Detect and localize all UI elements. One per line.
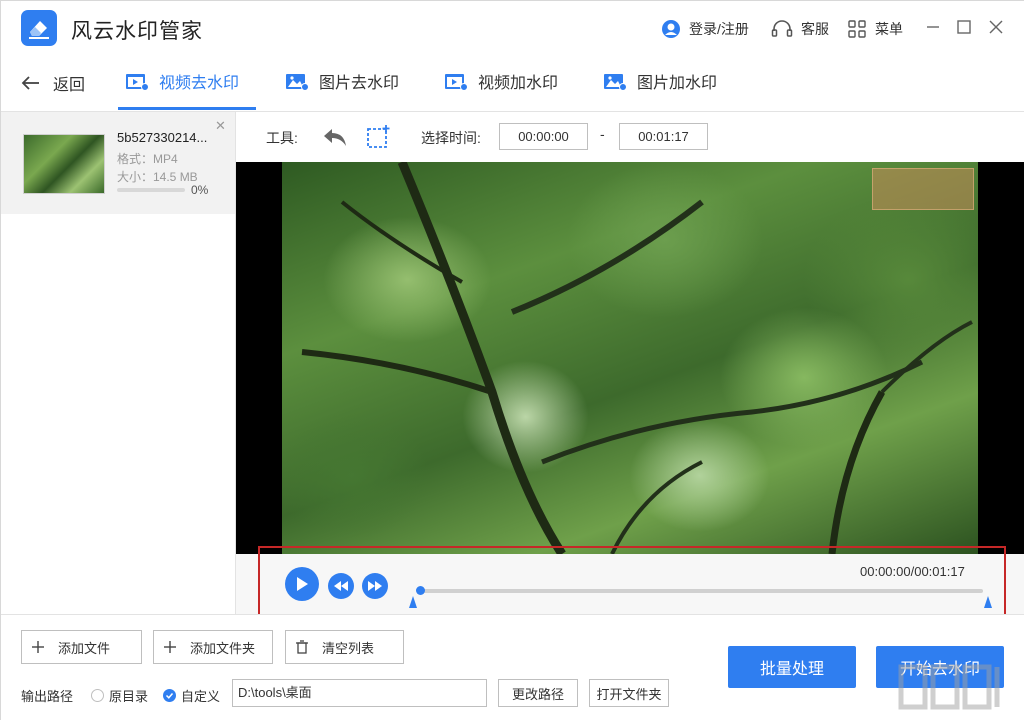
title-bar: 风云水印管家 登录/注册 客服 菜单 xyxy=(1,1,1024,55)
tree-branches-image xyxy=(301,162,973,554)
tab-video-remove-watermark[interactable]: 视频去水印 xyxy=(125,69,239,93)
trash-icon xyxy=(296,640,308,654)
plus-icon xyxy=(32,641,44,653)
user-icon xyxy=(661,19,681,39)
video-add-icon xyxy=(444,71,468,91)
video-frame[interactable] xyxy=(282,162,978,554)
active-tab-indicator xyxy=(118,107,256,110)
undo-button[interactable] xyxy=(321,123,349,151)
file-size: 大小：14.5 MB xyxy=(117,170,198,184)
image-add-icon xyxy=(603,71,627,91)
close-icon xyxy=(989,20,1003,34)
add-folder-label: 添加文件夹 xyxy=(190,640,256,656)
video-thumbnail xyxy=(23,134,105,194)
plus-icon xyxy=(164,641,176,653)
tab-label: 图片去水印 xyxy=(319,75,400,92)
tab-label: 视频加水印 xyxy=(478,75,559,92)
menu-button[interactable]: 菜单 xyxy=(847,18,903,40)
bottom-panel: 添加文件 添加文件夹 清空列表 输出路径 原目录 自定义 D:\tools\桌面… xyxy=(1,614,1024,720)
customer-service-button[interactable]: 客服 xyxy=(771,18,829,40)
tools-label: 工具: xyxy=(266,130,298,146)
app-window: 风云水印管家 登录/注册 客服 菜单 返回 视频去水印 图片去水印 视频加水印 … xyxy=(0,0,1024,720)
change-path-button[interactable]: 更改路径 xyxy=(498,679,578,707)
playback-timecode: 00:00:00/00:01:17 xyxy=(860,564,965,579)
select-time-label: 选择时间: xyxy=(421,130,481,146)
start-remove-watermark-button[interactable]: 开始去水印 xyxy=(876,646,1004,688)
play-icon xyxy=(297,577,308,591)
service-label: 客服 xyxy=(801,21,829,37)
rewind-icon xyxy=(334,581,348,591)
radio-custom-directory[interactable]: 自定义 xyxy=(163,686,220,705)
remove-file-icon[interactable]: ✕ xyxy=(215,118,226,134)
add-folder-button[interactable]: 添加文件夹 xyxy=(153,630,273,664)
login-label: 登录/注册 xyxy=(689,21,749,37)
headset-icon xyxy=(771,19,793,39)
minimize-button[interactable] xyxy=(925,19,941,35)
tab-video-add-watermark[interactable]: 视频加水印 xyxy=(444,69,558,93)
back-button[interactable]: 返回 xyxy=(21,71,85,95)
play-button[interactable] xyxy=(285,567,319,601)
clear-list-button[interactable]: 清空列表 xyxy=(285,630,404,664)
radio-label: 原目录 xyxy=(109,689,149,704)
radio-original-directory[interactable]: 原目录 xyxy=(91,686,148,705)
radio-label: 自定义 xyxy=(181,689,221,704)
range-end-marker[interactable] xyxy=(984,596,992,608)
maximize-button[interactable] xyxy=(956,19,972,35)
back-label: 返回 xyxy=(53,77,86,94)
select-area-button[interactable] xyxy=(364,123,392,151)
rewind-button[interactable] xyxy=(328,573,354,599)
tab-label: 视频去水印 xyxy=(159,75,240,92)
open-folder-button[interactable]: 打开文件夹 xyxy=(589,679,669,707)
selection-box-icon xyxy=(367,125,390,148)
radio-unchecked-icon xyxy=(91,689,104,702)
file-name: 5b527330214... xyxy=(117,130,208,145)
file-list-item[interactable]: 5b527330214... 格式：MP4 大小：14.5 MB ✕ 0% xyxy=(1,112,235,214)
tab-image-remove-watermark[interactable]: 图片去水印 xyxy=(285,69,399,93)
radio-checked-icon xyxy=(163,689,176,702)
file-progress-bar xyxy=(117,188,185,192)
file-format: 格式：MP4 xyxy=(117,152,178,166)
video-preview xyxy=(236,162,1024,554)
add-file-button[interactable]: 添加文件 xyxy=(21,630,142,664)
app-logo-icon xyxy=(21,10,57,46)
close-button[interactable] xyxy=(988,19,1004,35)
range-start-marker[interactable] xyxy=(409,596,417,608)
maximize-icon xyxy=(957,20,971,34)
fast-forward-icon xyxy=(368,581,382,591)
end-time-input[interactable]: 00:01:17 xyxy=(619,123,708,150)
menu-label: 菜单 xyxy=(875,21,903,37)
minimize-icon xyxy=(927,26,939,28)
tab-image-add-watermark[interactable]: 图片加水印 xyxy=(603,69,717,93)
file-progress-text: 0% xyxy=(191,183,209,197)
image-icon xyxy=(285,71,309,91)
undo-icon xyxy=(324,129,346,146)
clear-list-label: 清空列表 xyxy=(322,640,375,656)
arrow-left-icon xyxy=(21,76,39,90)
output-path-input[interactable]: D:\tools\桌面 xyxy=(232,679,487,707)
fast-forward-button[interactable] xyxy=(362,573,388,599)
tab-label: 图片加水印 xyxy=(637,75,718,92)
tab-bar: 返回 视频去水印 图片去水印 视频加水印 图片加水印 xyxy=(1,55,1024,112)
watermark-region[interactable] xyxy=(872,168,974,210)
file-list-panel: 5b527330214... 格式：MP4 大小：14.5 MB ✕ 0% xyxy=(1,112,236,614)
add-file-label: 添加文件 xyxy=(58,640,111,656)
output-path-label: 输出路径 xyxy=(21,689,74,704)
app-title: 风云水印管家 xyxy=(71,20,203,43)
playback-progress-track[interactable] xyxy=(419,589,983,593)
video-icon xyxy=(125,71,149,91)
player-controls: 00:00:00/00:01:17 xyxy=(236,554,1024,614)
tools-row: 工具: 选择时间: 00:00:00 - 00:01:17 xyxy=(236,112,1024,162)
start-time-input[interactable]: 00:00:00 xyxy=(499,123,588,150)
grid-menu-icon xyxy=(847,19,867,39)
playback-progress-knob[interactable] xyxy=(416,586,425,595)
batch-process-button[interactable]: 批量处理 xyxy=(728,646,856,688)
login-button[interactable]: 登录/注册 xyxy=(661,18,749,40)
time-separator: - xyxy=(600,126,605,142)
